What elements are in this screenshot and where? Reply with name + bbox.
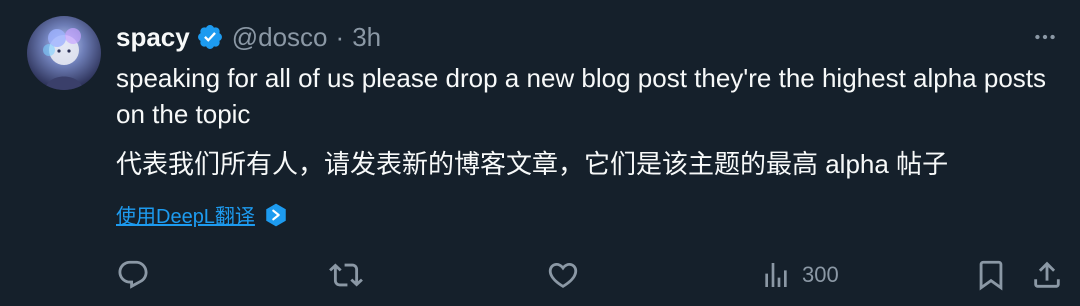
timestamp[interactable]: 3h [352, 22, 381, 53]
views-count: 300 [802, 262, 839, 287]
like-button[interactable] [546, 254, 580, 296]
share-icon [1030, 258, 1064, 292]
tweet-header: spacy @dosco · 3h [116, 18, 381, 56]
tweet[interactable]: spacy @dosco · 3h speaking for all of us… [0, 0, 1080, 306]
avatar[interactable] [27, 16, 101, 90]
retweet-button[interactable] [329, 254, 363, 296]
action-bar: 300 [0, 254, 1080, 296]
bookmark-button[interactable] [974, 254, 1008, 296]
verified-badge-icon[interactable] [196, 23, 224, 51]
tweet-text-translated: 代表我们所有人，请发表新的博客文章，它们是该主题的最高 alpha 帖子 [116, 149, 949, 179]
views-button[interactable]: 300 [760, 254, 839, 296]
more-horizontal-icon[interactable] [1030, 22, 1060, 52]
translate-link[interactable]: 使用DeepL翻译 [116, 200, 289, 229]
deepl-icon [263, 202, 289, 228]
reply-icon [116, 258, 150, 292]
display-name[interactable]: spacy [116, 22, 190, 53]
avatar-image [27, 16, 101, 90]
retweet-icon [329, 258, 363, 292]
heart-icon [546, 258, 580, 292]
tweet-text: speaking for all of us please drop a new… [116, 63, 1047, 129]
share-button[interactable] [1030, 254, 1064, 296]
translate-label[interactable]: 使用DeepL翻译 [116, 200, 255, 229]
reply-button[interactable] [116, 254, 150, 296]
separator-dot: · [335, 21, 345, 52]
bar-chart-icon [760, 259, 792, 291]
bookmark-icon [974, 258, 1008, 292]
handle[interactable]: @dosco [232, 22, 328, 53]
